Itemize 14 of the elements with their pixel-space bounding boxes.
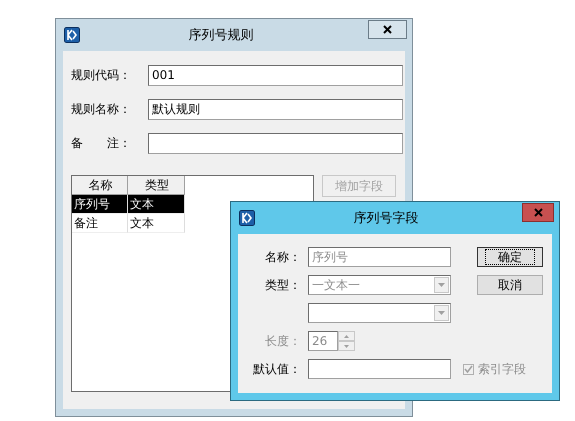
field-label: 类型：: [264, 276, 301, 294]
field-label: 默认值：: [252, 360, 301, 378]
table-cell: 序列号: [72, 195, 128, 214]
table-cell: 文本: [128, 214, 185, 233]
table-cell: 备注: [72, 214, 128, 233]
field-label: 名称：: [264, 248, 301, 266]
window-title: 序列号规则: [188, 27, 254, 44]
window-title: 序列号字段: [352, 210, 420, 227]
field-label: 规则名称：: [71, 101, 132, 118]
field-label: 长度：: [264, 332, 301, 350]
field-label: 规则代码：: [71, 67, 132, 84]
table-cell: 文本: [128, 195, 185, 214]
field-label: 备 注：: [71, 135, 132, 152]
checkbox-label: 索引字段: [478, 360, 526, 378]
